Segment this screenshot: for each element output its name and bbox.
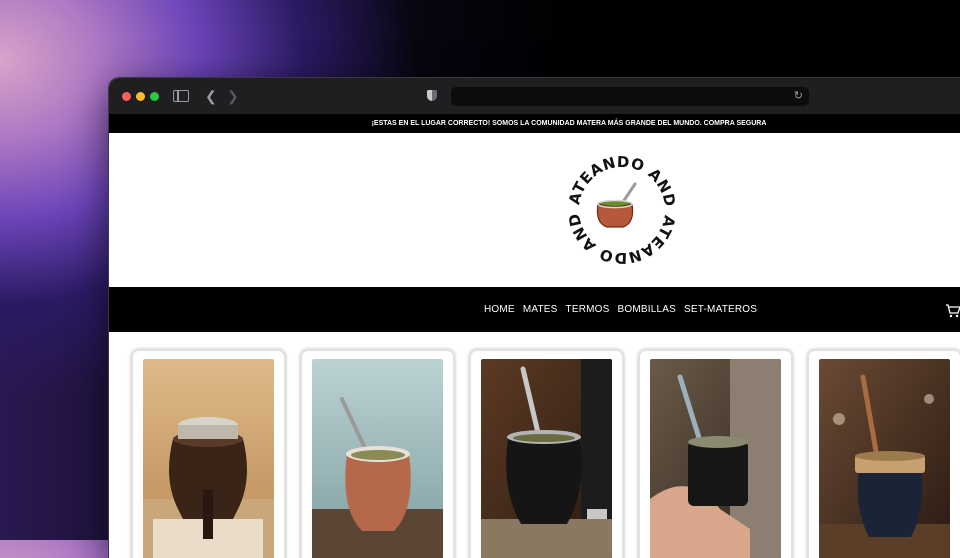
- product-image[interactable]: [650, 359, 781, 558]
- nav-bombillas[interactable]: BOMBILLAS: [618, 304, 677, 315]
- product-image[interactable]: [312, 359, 443, 558]
- chevron-right-icon[interactable]: ❯: [227, 88, 239, 104]
- shield-icon[interactable]: [427, 90, 437, 101]
- nav-termos[interactable]: TERMOS: [566, 304, 610, 315]
- web-page: ¡ESTAS EN EL LUGAR CORRECTO! SOMOS LA CO…: [109, 115, 960, 558]
- chevron-left-icon[interactable]: ❮: [205, 88, 217, 104]
- product-card[interactable]: [469, 349, 624, 558]
- reload-icon[interactable]: ↻: [794, 89, 803, 102]
- nav-mates[interactable]: MATES: [523, 304, 558, 315]
- zoom-window-button[interactable]: [150, 92, 159, 101]
- brand-logo[interactable]: MATEANDO ANDO MATEANDO ANDO: [565, 153, 679, 267]
- product-card[interactable]: [300, 349, 455, 558]
- header: MATEANDO ANDO MATEANDO ANDO: [109, 133, 960, 286]
- mate-logo-icon: [596, 182, 637, 228]
- product-card[interactable]: [807, 349, 960, 558]
- product-image[interactable]: [819, 359, 950, 558]
- nav-home[interactable]: HOME: [484, 304, 515, 315]
- nav-set-materos[interactable]: SET-MATEROS: [684, 304, 757, 315]
- sidebar-icon[interactable]: [173, 90, 189, 102]
- close-window-button[interactable]: [122, 92, 131, 101]
- product-card[interactable]: [638, 349, 793, 558]
- browser-toolbar: ❮ ❯ ↻: [109, 78, 960, 115]
- product-image[interactable]: [143, 359, 274, 558]
- browser-window: ❮ ❯ ↻ ¡ESTAS EN EL LUGAR CORRECTO! SOMOS…: [109, 78, 960, 558]
- announcement-bar: ¡ESTAS EN EL LUGAR CORRECTO! SOMOS LA CO…: [109, 115, 960, 133]
- address-bar[interactable]: ↻: [451, 87, 809, 106]
- product-image[interactable]: [481, 359, 612, 558]
- product-grid: [131, 349, 960, 558]
- product-card[interactable]: [131, 349, 286, 558]
- main-nav: HOME MATES TERMOS BOMBILLAS SET-MATEROS: [109, 287, 960, 332]
- minimize-window-button[interactable]: [136, 92, 145, 101]
- cart-icon[interactable]: [945, 304, 960, 318]
